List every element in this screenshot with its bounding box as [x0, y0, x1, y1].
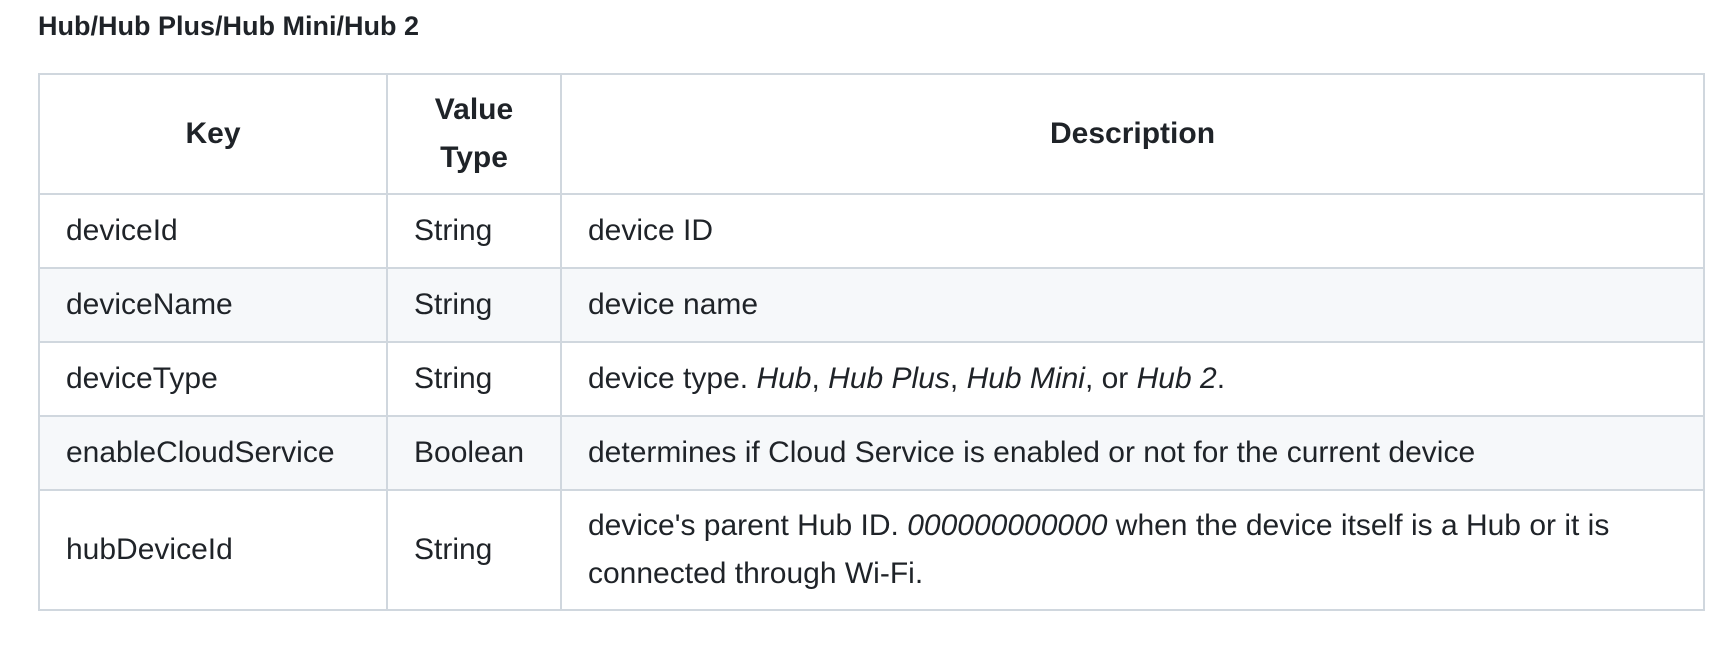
cell-description: determines if Cloud Service is enabled o… — [560, 415, 1705, 491]
cell-description: device type. Hub, Hub Plus, Hub Mini, or… — [560, 341, 1705, 417]
cell-type: Boolean — [386, 415, 562, 491]
cell-key: deviceType — [38, 341, 388, 417]
cell-key: deviceName — [38, 267, 388, 343]
cell-key: enableCloudService — [38, 415, 388, 491]
desc-text: device's parent Hub ID. — [588, 509, 908, 542]
cell-type: String — [386, 341, 562, 417]
table-row: deviceType String device type. Hub, Hub … — [38, 341, 1705, 417]
desc-separator: , — [949, 362, 967, 395]
table-row: hubDeviceId String device's parent Hub I… — [38, 489, 1705, 611]
section-heading: Hub/Hub Plus/Hub Mini/Hub 2 — [38, 11, 419, 41]
desc-option: Hub — [756, 362, 812, 395]
desc-placeholder-id: 000000000000 — [907, 509, 1108, 542]
header-value-type-line2: Type — [440, 141, 508, 174]
table-row: deviceId String device ID — [38, 193, 1705, 269]
cell-description: device ID — [560, 193, 1705, 269]
cell-description: device name — [560, 267, 1705, 343]
desc-text: . — [1216, 362, 1226, 395]
table-header-row: Key Value Type Description — [38, 73, 1705, 195]
table-row: enableCloudService Boolean determines if… — [38, 415, 1705, 491]
cell-description: device's parent Hub ID. 000000000000 whe… — [560, 489, 1705, 611]
header-description: Description — [560, 73, 1705, 195]
table-row: deviceName String device name — [38, 267, 1705, 343]
cell-type: String — [386, 267, 562, 343]
desc-option: Hub Mini — [966, 362, 1085, 395]
desc-option: Hub Plus — [828, 362, 950, 395]
desc-text: device type. — [588, 362, 757, 395]
desc-separator: , or — [1084, 362, 1137, 395]
cell-type: String — [386, 193, 562, 269]
cell-key: deviceId — [38, 193, 388, 269]
cell-key: hubDeviceId — [38, 489, 388, 611]
desc-option: Hub 2 — [1136, 362, 1217, 395]
header-key: Key — [38, 73, 388, 195]
header-value-type-line1: Value — [434, 93, 514, 126]
properties-table: Key Value Type Description deviceId Strin… — [38, 73, 1705, 611]
cell-type: String — [386, 489, 562, 611]
desc-separator: , — [811, 362, 829, 395]
header-value-type: Value Type — [386, 73, 562, 195]
